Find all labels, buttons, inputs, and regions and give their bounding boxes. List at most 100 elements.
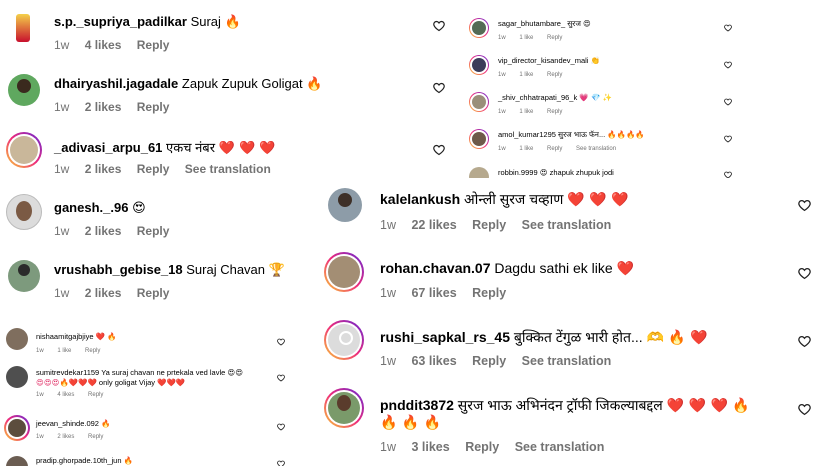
avatar[interactable] bbox=[4, 415, 30, 441]
comment-text: सुरज bbox=[567, 19, 581, 28]
comment-likes[interactable]: 2 likes bbox=[85, 162, 122, 176]
reply-button[interactable]: Reply bbox=[137, 224, 170, 238]
heart-icon[interactable] bbox=[433, 82, 445, 94]
comment-username[interactable]: ganesh._.96 bbox=[54, 200, 128, 215]
avatar[interactable] bbox=[8, 260, 40, 292]
reply-button[interactable]: Reply bbox=[547, 72, 562, 78]
see-translation-link[interactable]: See translation bbox=[515, 440, 605, 454]
see-translation-link[interactable]: See translation bbox=[185, 162, 271, 176]
avatar[interactable] bbox=[6, 456, 28, 466]
comment-username[interactable]: vip_director_kisandev_mali bbox=[498, 56, 588, 65]
reply-button[interactable]: Reply bbox=[547, 109, 562, 115]
comment-likes[interactable]: 63 likes bbox=[411, 354, 456, 368]
reply-button[interactable]: Reply bbox=[137, 100, 170, 114]
comment-likes[interactable]: 22 likes bbox=[411, 218, 456, 232]
avatar[interactable] bbox=[469, 18, 489, 38]
comment-time: 1w bbox=[498, 72, 506, 78]
comment-likes[interactable]: 4 likes bbox=[57, 392, 74, 398]
comment-username[interactable]: rushi_sapkal_rs_45 bbox=[380, 329, 510, 345]
avatar[interactable] bbox=[324, 252, 364, 292]
avatar[interactable] bbox=[6, 366, 28, 388]
comment-time: 1w bbox=[36, 348, 44, 354]
heart-icon[interactable] bbox=[724, 61, 732, 69]
reply-button[interactable]: Reply bbox=[472, 354, 506, 368]
hearts-emoji: ❤️ ❤️ ❤️ bbox=[218, 141, 276, 156]
comment-item: _shiv_chhatrapati_96_k 💗 💎 ✨ 1w 1 like R… bbox=[462, 84, 762, 120]
reply-button[interactable]: Reply bbox=[137, 162, 170, 176]
comment-username[interactable]: robbin.9999 bbox=[498, 168, 538, 177]
see-translation-link[interactable]: See translation bbox=[522, 354, 612, 368]
avatar[interactable] bbox=[324, 388, 364, 428]
comment-username[interactable]: pnddit3872 bbox=[380, 397, 454, 413]
comment-username[interactable]: _shiv_chhatrapati_96_k bbox=[498, 93, 577, 102]
reply-button[interactable]: Reply bbox=[547, 35, 562, 41]
comment-username[interactable]: vrushabh_gebise_18 bbox=[54, 262, 183, 277]
reply-button[interactable]: Reply bbox=[465, 440, 499, 454]
comment-username[interactable]: pradip.ghorpade.10th_jun bbox=[36, 456, 122, 465]
heart-icon[interactable] bbox=[433, 144, 445, 156]
comment-item: dhairyashil.jagadale Zapuk Zupuk Goligat… bbox=[0, 62, 460, 124]
comment-username[interactable]: kalelankush bbox=[380, 191, 460, 207]
reply-button[interactable]: Reply bbox=[547, 146, 562, 152]
comment-likes[interactable]: 2 likes bbox=[85, 100, 122, 114]
comment-username[interactable]: nishaamitgajbjiye bbox=[36, 332, 94, 341]
reply-button[interactable]: Reply bbox=[137, 286, 170, 300]
reply-button[interactable]: Reply bbox=[472, 286, 506, 300]
heart-icon[interactable] bbox=[724, 135, 732, 143]
heart-icon[interactable] bbox=[724, 24, 732, 32]
comment-username[interactable]: _adivasi_arpu_61 bbox=[54, 140, 162, 155]
comment-likes[interactable]: 2 likes bbox=[85, 286, 122, 300]
comment-likes[interactable]: 4 likes bbox=[85, 38, 122, 52]
trophy-emoji: 🏆 bbox=[268, 263, 285, 278]
comment-item: kalelankush ओन्ली सुरज चव्हाण ❤️ ❤️ ❤️ 1… bbox=[318, 178, 830, 246]
avatar[interactable] bbox=[6, 132, 42, 168]
heart-icon[interactable] bbox=[277, 338, 285, 346]
see-translation-link[interactable]: See translation bbox=[522, 218, 612, 232]
heart-icon[interactable] bbox=[798, 335, 811, 348]
comment-likes[interactable]: 1 like bbox=[519, 146, 533, 152]
avatar[interactable] bbox=[469, 129, 489, 149]
comment-username[interactable]: dhairyashil.jagadale bbox=[54, 76, 178, 91]
reply-button[interactable]: Reply bbox=[88, 434, 103, 440]
reply-button[interactable]: Reply bbox=[472, 218, 506, 232]
comment-username[interactable]: sumitrevdekar1159 bbox=[36, 368, 99, 377]
heart-icon[interactable] bbox=[798, 403, 811, 416]
heart-icon[interactable] bbox=[277, 460, 285, 466]
heart-icon[interactable] bbox=[277, 423, 285, 431]
avatar[interactable] bbox=[469, 92, 489, 112]
comment-username[interactable]: amol_kumar1295 bbox=[498, 130, 556, 139]
heart-icon[interactable] bbox=[433, 20, 445, 32]
comments-panel-small-top: sagar_bhutambare_ सुरज 😍 1w 1 like Reply… bbox=[462, 10, 762, 182]
comment-username[interactable]: s.p._supriya_padilkar bbox=[54, 14, 187, 29]
comment-likes[interactable]: 2 likes bbox=[85, 224, 122, 238]
avatar[interactable] bbox=[469, 55, 489, 75]
heart-icon[interactable] bbox=[798, 267, 811, 280]
comment-likes[interactable]: 2 likes bbox=[57, 434, 74, 440]
comment-likes[interactable]: 1 like bbox=[57, 348, 71, 354]
comment-likes[interactable]: 1 like bbox=[519, 109, 533, 115]
reply-button[interactable]: Reply bbox=[88, 392, 103, 398]
heart-icon[interactable] bbox=[798, 199, 811, 212]
comment-likes[interactable]: 3 likes bbox=[411, 440, 449, 454]
see-translation-link[interactable]: See translation bbox=[576, 146, 616, 152]
heart-fire-emoji: ❤️ 🔥 bbox=[95, 332, 117, 341]
comment-username[interactable]: sagar_bhutambare_ bbox=[498, 19, 565, 28]
heart-icon[interactable] bbox=[277, 374, 285, 382]
heart-icon[interactable] bbox=[724, 98, 732, 106]
reply-button[interactable]: Reply bbox=[137, 38, 170, 52]
avatar[interactable] bbox=[6, 328, 28, 350]
reply-button[interactable]: Reply bbox=[85, 348, 100, 354]
comment-time: 1w bbox=[54, 100, 70, 114]
avatar[interactable] bbox=[8, 12, 40, 44]
comment-likes[interactable]: 1 like bbox=[519, 72, 533, 78]
comment-time: 1w bbox=[380, 218, 396, 232]
avatar[interactable] bbox=[324, 320, 364, 360]
comment-username[interactable]: jeevan_shinde.092 bbox=[36, 419, 99, 428]
comment-likes[interactable]: 67 likes bbox=[411, 286, 456, 300]
avatar[interactable] bbox=[8, 74, 40, 106]
comment-item: pradip.ghorpade.10th_jun 🔥 bbox=[0, 451, 300, 466]
comment-likes[interactable]: 1 like bbox=[519, 35, 533, 41]
avatar[interactable] bbox=[328, 188, 362, 222]
comment-username[interactable]: rohan.chavan.07 bbox=[380, 260, 491, 276]
avatar[interactable] bbox=[6, 194, 42, 230]
